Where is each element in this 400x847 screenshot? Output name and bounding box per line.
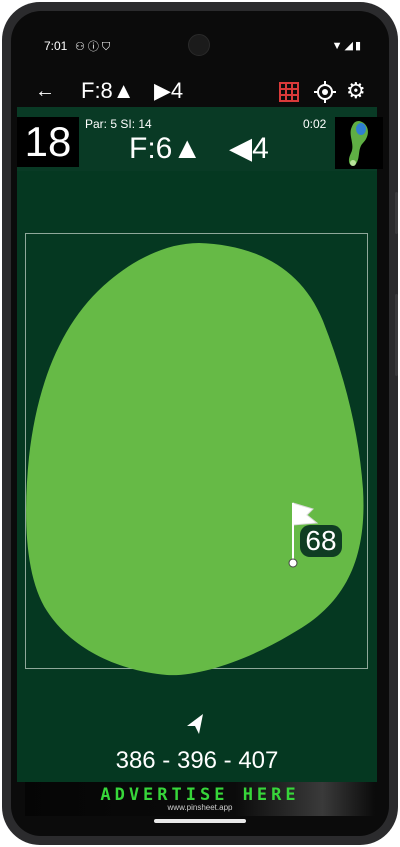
status-right-icons: ▼◢▮	[332, 39, 363, 52]
toolbar-next-distance: ▶4	[154, 78, 184, 103]
wifi-icon: ▼	[331, 40, 345, 52]
status-bar: 7:01 ⚇ⓘ⛉ ▼◢▮	[11, 11, 389, 71]
yardages-readout: 386 - 396 - 407	[115, 747, 279, 774]
app-notification-icon: ⚇	[75, 41, 88, 53]
putting-green	[26, 243, 364, 676]
battery-icon: ▮	[354, 40, 363, 52]
par-stroke-index: Par: 5 SI: 14	[85, 117, 152, 131]
pin-distance-badge: 68	[300, 525, 342, 557]
status-left-icons: ⚇ⓘ⛉	[75, 38, 113, 54]
front-distance: F:6▲	[129, 132, 203, 165]
hole-overview-thumbnail[interactable]	[335, 117, 383, 169]
grid-icon[interactable]	[279, 82, 299, 102]
status-time: 7:01	[44, 39, 68, 53]
ad-url: www.pinsheet.app	[167, 803, 233, 812]
back-arrow-icon[interactable]: ←	[35, 75, 55, 107]
home-indicator[interactable]	[154, 819, 246, 823]
hole-number[interactable]: 18	[17, 117, 79, 167]
screen: 7:01 ⚇ⓘ⛉ ▼◢▮ ← F:8▲ ▶4 ⚙ 18 Par: 5 SI: 1…	[11, 11, 389, 836]
front-camera	[188, 34, 210, 56]
gps-target-icon[interactable]	[314, 81, 336, 103]
previous-distance: ◀4	[229, 132, 269, 165]
green-map[interactable]: 68 386 - 396 - 407	[17, 171, 377, 782]
shield-icon: ⛉	[101, 41, 114, 53]
hole-header: 18 Par: 5 SI: 14 0:02 F:6▲ ◀4	[17, 107, 383, 171]
ad-text: ADVERTISE HERE	[100, 785, 300, 805]
gear-icon[interactable]: ⚙	[346, 80, 366, 102]
signal-icon: ◢	[344, 40, 355, 52]
power-button	[395, 192, 398, 234]
toolbar-front-distance: F:8▲	[81, 78, 135, 103]
volume-button	[395, 294, 398, 376]
ad-banner[interactable]: ADVERTISE HERE www.pinsheet.app	[25, 782, 375, 816]
player-position-icon	[187, 714, 203, 734]
phone-frame: 7:01 ⚇ⓘ⛉ ▼◢▮ ← F:8▲ ▶4 ⚙ 18 Par: 5 SI: 1…	[2, 2, 398, 845]
app-toolbar: ← F:8▲ ▶4 ⚙	[11, 75, 389, 107]
round-timer: 0:02	[303, 117, 327, 131]
info-icon: ⓘ	[87, 41, 102, 53]
